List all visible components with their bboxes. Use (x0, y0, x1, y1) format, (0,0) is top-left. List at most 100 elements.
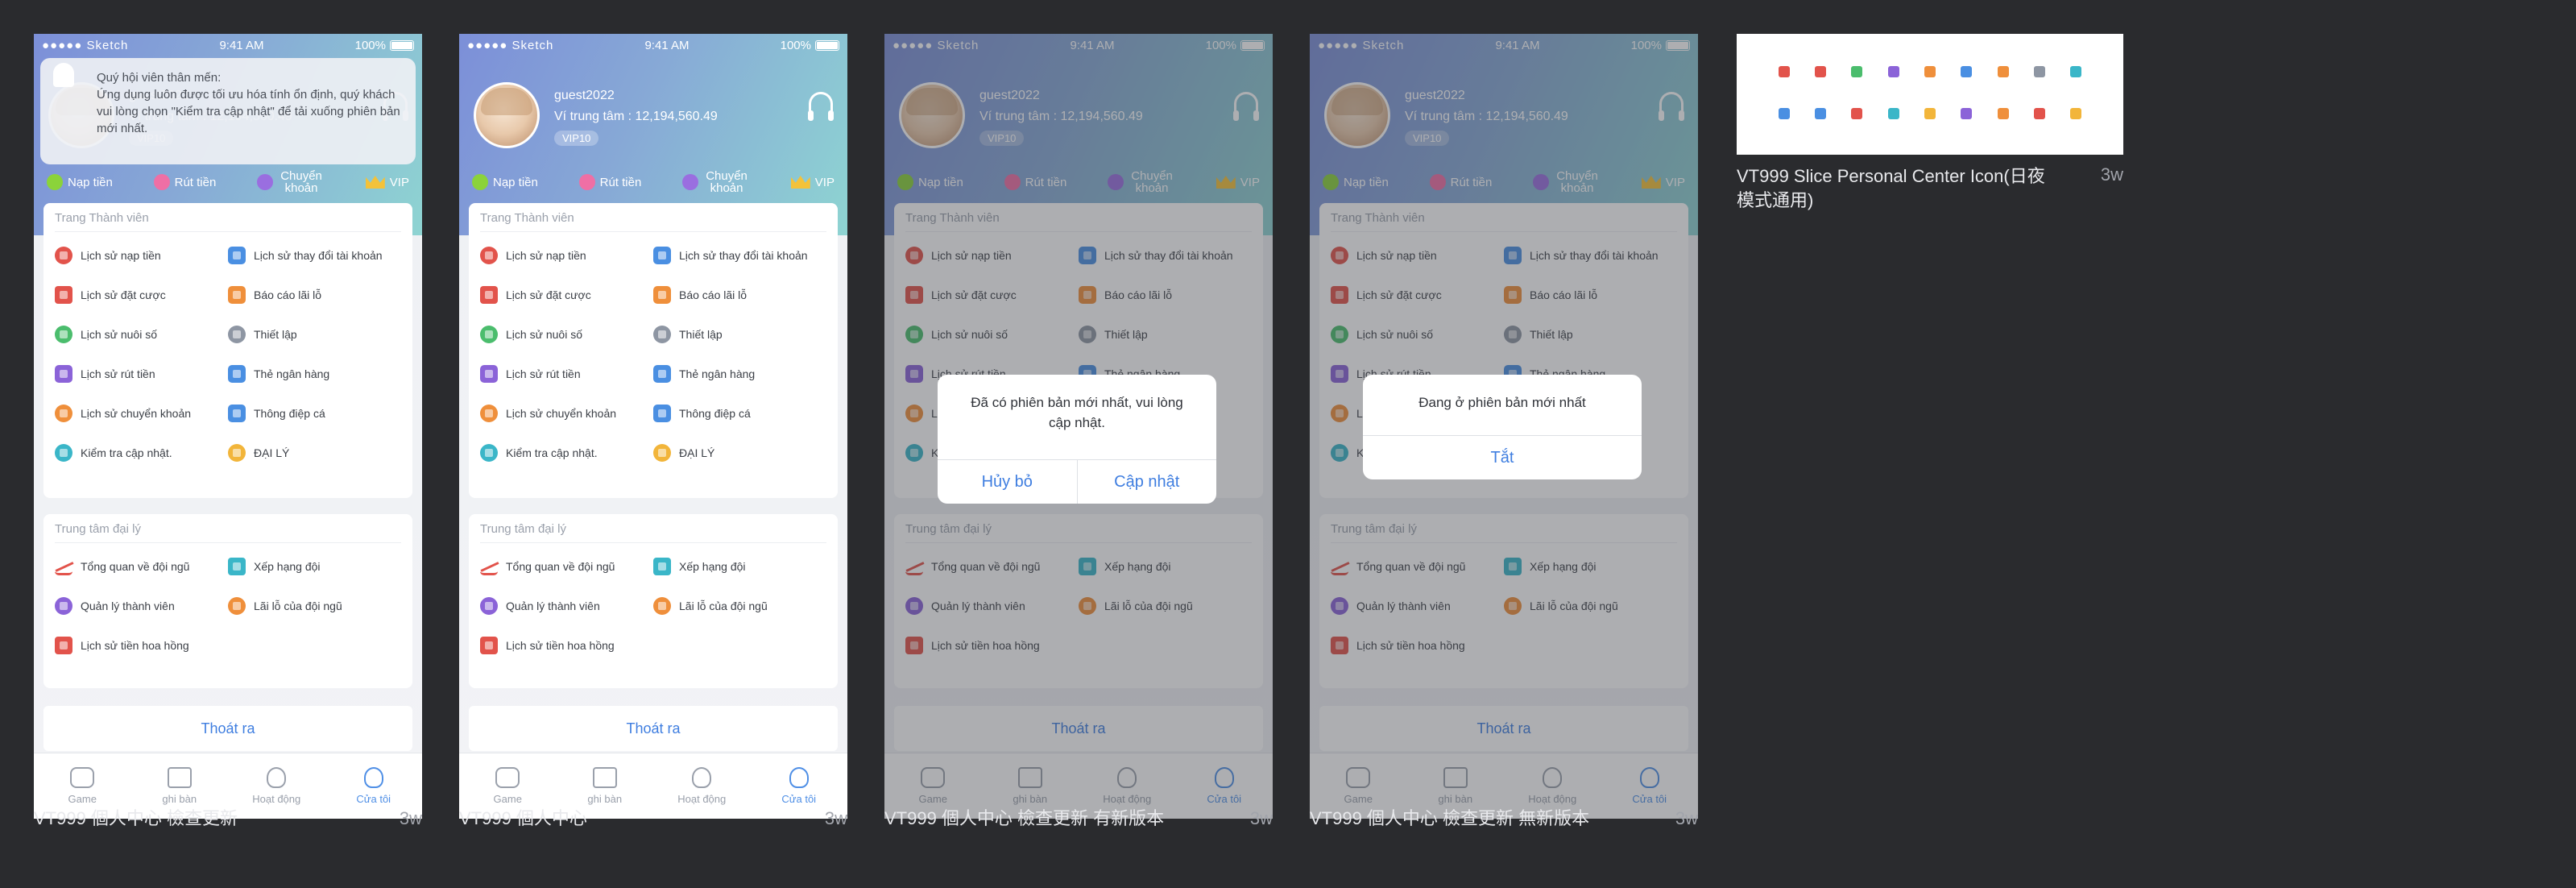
trophy-icon (653, 557, 671, 575)
menu-item-member-management[interactable]: Quản lý thành viên (55, 586, 228, 625)
menu-item-team-ranking[interactable]: Xếp hạng đội (653, 546, 826, 586)
menu-label: Lãi lỗ của đội ngũ (254, 599, 342, 612)
slice-icon (1985, 66, 2021, 77)
menu-label: Báo cáo lãi lỗ (254, 288, 322, 301)
menu-item-commission-history[interactable]: Lịch sử tiền hoa hồng (480, 625, 653, 665)
battery-indicator: 100% (355, 39, 414, 52)
menu-label: Quản lý thành viên (81, 599, 175, 612)
logout-button[interactable]: Thoát ra (469, 706, 838, 751)
close-button[interactable]: Tắt (1363, 436, 1642, 479)
artboard-new-version[interactable]: ●●●●● Sketch 9:41 AM 100% guest2022 Ví t… (884, 34, 1273, 819)
menu-item-deposit-history[interactable]: Lịch sử nạp tiền (480, 235, 653, 275)
menu-item-bank-card[interactable]: Thẻ ngân hàng (653, 354, 826, 393)
slice-icon-sheet[interactable] (1737, 34, 2123, 155)
menu-item-settings[interactable]: Thiết lập (228, 314, 401, 354)
quick-transfer[interactable]: Chuyển khoản (257, 170, 325, 194)
menu-item-settings[interactable]: Thiết lập (653, 314, 826, 354)
menu-item-commission-history[interactable]: Lịch sử tiền hoa hồng (55, 625, 228, 665)
menu-item-deposit-history[interactable]: Lịch sử nạp tiền (55, 235, 228, 275)
menu-label: Thông điệp cá (254, 406, 325, 420)
avatar[interactable] (474, 82, 540, 148)
quick-deposit[interactable]: Nạp tiền (47, 174, 113, 190)
quick-withdraw[interactable]: Rút tiền (153, 174, 216, 190)
slice-icon (1839, 66, 1875, 77)
menu-item-chase-history[interactable]: Lịch sử nuôi số (480, 314, 653, 354)
menu-item-messages[interactable]: Thông điệp cá (228, 393, 401, 433)
carrier: ●●●●● Sketch (467, 38, 554, 52)
menu-item-check-update[interactable]: Kiểm tra cập nhật. (480, 433, 653, 472)
quick-label: VIP (814, 175, 835, 189)
quick-withdraw[interactable]: Rút tiền (578, 174, 641, 190)
menu-item-chase-history[interactable]: Lịch sử nuôi số (55, 314, 228, 354)
slice-swatch-icon (1924, 66, 1936, 77)
quick-vip[interactable]: VIP (790, 175, 835, 189)
notice-text: Ứng dụng luôn được tối ưu hóa tính ổn đị… (97, 88, 400, 135)
slice-swatch-icon (1851, 108, 1863, 119)
menu-item-bet-history[interactable]: Lịch sử đặt cược (480, 275, 653, 314)
menu-item-member-management[interactable]: Quản lý thành viên (480, 586, 653, 625)
slice-icon (1985, 108, 2021, 119)
menu-item-team-profit[interactable]: Lãi lỗ của đội ngũ (653, 586, 826, 625)
crown-icon (365, 176, 385, 189)
artboard-check-update[interactable]: ●●●●● Sketch 9:41 AM 100% guest2022 Ví t… (34, 34, 422, 819)
menu-item-withdraw-history[interactable]: Lịch sử rút tiền (55, 354, 228, 393)
artboard-latest-version[interactable]: ●●●●● Sketch 9:41 AM 100% guest2022 Ví t… (1310, 34, 1698, 819)
bell-icon (53, 63, 74, 87)
menu-item-profit-report[interactable]: Báo cáo lãi lỗ (228, 275, 401, 314)
withdraw-icon (578, 174, 595, 190)
menu-item-team-profit[interactable]: Lãi lỗ của đội ngũ (228, 586, 401, 625)
menu-label: Lịch sử thay đổi tài khoản (679, 248, 808, 262)
menu-item-account-changes[interactable]: Lịch sử thay đổi tài khoản (653, 235, 826, 275)
member-center-card: Trang Thành viên Lịch sử nạp tiền Lịch s… (43, 203, 412, 498)
menu-item-messages[interactable]: Thông điệp cá (653, 393, 826, 433)
menu-label: Lịch sử tiền hoa hồng (506, 638, 615, 652)
menu-item-agent[interactable]: ĐẠI LÝ (228, 433, 401, 472)
cloud-update-icon (55, 443, 72, 462)
bar-chart-icon (228, 285, 246, 304)
artboard-personal-center[interactable]: ●●●●● Sketch 9:41 AM 100% guest2022 Ví t… (459, 34, 847, 819)
card-title: Trang Thành viên (55, 211, 149, 225)
artboard-time: 3w (1675, 808, 1698, 828)
menu-label: Lịch sử nạp tiền (81, 248, 161, 262)
quick-deposit[interactable]: Nạp tiền (472, 174, 538, 190)
person-icon (55, 596, 72, 615)
slice-icon (2021, 108, 2057, 119)
slice-icon (1875, 66, 1911, 77)
menu-item-agent[interactable]: ĐẠI LÝ (653, 433, 826, 472)
quick-transfer[interactable]: Chuyển khoản (682, 170, 750, 194)
menu-item-team-overview[interactable]: Tổng quan về đội ngũ (55, 546, 228, 586)
battery-percent: 100% (354, 38, 386, 52)
customer-service-icon[interactable] (808, 92, 834, 121)
withdraw-icon (153, 174, 170, 190)
logout-button[interactable]: Thoát ra (43, 706, 412, 751)
menu-item-withdraw-history[interactable]: Lịch sử rút tiền (480, 354, 653, 393)
menu-item-team-overview[interactable]: Tổng quan về đội ngũ (480, 546, 653, 586)
person-icon (480, 596, 498, 615)
scoreboard-icon (167, 767, 192, 788)
phone-screen: ●●●●● Sketch 9:41 AM 100% guest2022 Ví t… (459, 34, 847, 819)
menu-item-team-ranking[interactable]: Xếp hạng đội (228, 546, 401, 586)
menu-item-bet-history[interactable]: Lịch sử đặt cược (55, 275, 228, 314)
quick-label: Nạp tiền (493, 175, 538, 189)
menu-label: Lịch sử đặt cược (81, 288, 166, 301)
card-title: Trung tâm đại lý (480, 522, 566, 536)
menu-item-transfer-history[interactable]: Lịch sử chuyển khoản (55, 393, 228, 433)
transfer-icon (682, 174, 699, 190)
menu-item-bank-card[interactable]: Thẻ ngân hàng (228, 354, 401, 393)
menu-item-check-update[interactable]: Kiểm tra cập nhật. (55, 433, 228, 472)
artboard-title: VT999 個人中心 檢查更新 無新版本 (1310, 808, 1590, 828)
cancel-button[interactable]: Hủy bỏ (938, 460, 1077, 504)
update-button[interactable]: Cập nhật (1076, 460, 1217, 504)
commission-icon (55, 636, 72, 654)
menu-item-transfer-history[interactable]: Lịch sử chuyển khoản (480, 393, 653, 433)
menu-item-account-changes[interactable]: Lịch sử thay đổi tài khoản (228, 235, 401, 275)
menu-label: Tổng quan về đội ngũ (506, 559, 615, 573)
menu-label: Xếp hạng đội (254, 559, 321, 573)
artboard-caption: VT999 個人中心 檢查更新 無新版本 3w (1310, 804, 1698, 830)
artboard-time: 3w (1249, 808, 1273, 828)
menu-item-profit-report[interactable]: Báo cáo lãi lỗ (653, 275, 826, 314)
tab-label: Game (493, 793, 522, 805)
withdraw-icon (480, 364, 498, 383)
slice-icon (1949, 108, 1985, 119)
quick-vip[interactable]: VIP (365, 176, 409, 189)
